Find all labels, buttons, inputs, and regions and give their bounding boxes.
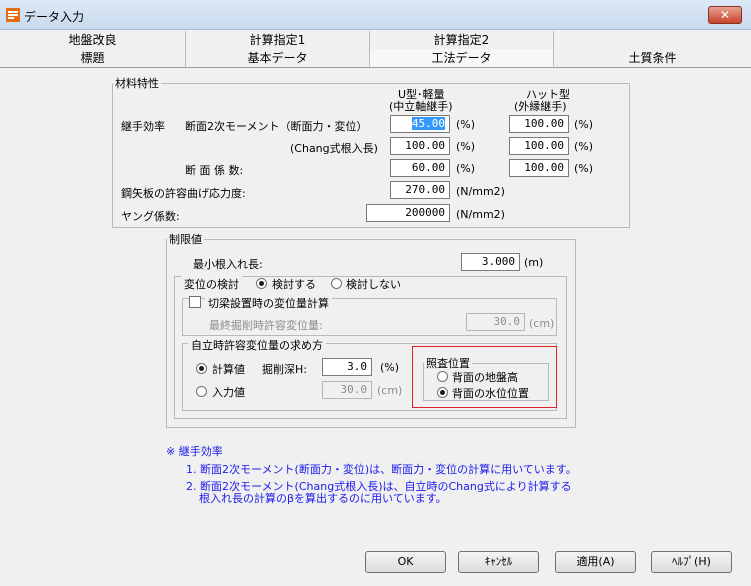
disp-check-no-label[interactable]: 検討しない	[346, 276, 401, 292]
help-button[interactable]: ﾍﾙﾌﾟ(H)	[651, 551, 732, 573]
tab-label: 計算指定1	[249, 33, 306, 47]
excav-depth-label: 掘削深H:	[262, 363, 307, 376]
water-level-radio[interactable]	[437, 387, 448, 398]
strut-calc-label[interactable]: 切梁設置時の変位量計算	[205, 295, 332, 311]
field-value: 100.00	[524, 161, 564, 174]
cancel-button[interactable]: ｷｬﾝｾﾙ	[458, 551, 539, 573]
tab-label: 土質条件	[628, 51, 677, 65]
ground-level-radio[interactable]	[437, 371, 448, 382]
final-excav-label: 最終掘削時許容変位量:	[209, 319, 323, 332]
young-modulus-input[interactable]: 200000	[366, 204, 450, 222]
moment-label: 断面2次モーメント（断面力・変位）	[185, 120, 368, 133]
col-u-sub-header: (中立軸継手)	[389, 100, 453, 113]
title-bar: データ入力 ✕	[0, 0, 751, 30]
pct-unit: (%)	[574, 140, 594, 153]
field-value: 3.0	[347, 360, 367, 373]
col-hat-sub-header: (外縁継手)	[514, 100, 567, 113]
button-label: ﾍﾙﾌﾟ(H)	[672, 555, 711, 568]
self-standing-legend: 自立時許容変位量の求め方	[188, 337, 326, 353]
input-value-radio[interactable]	[196, 386, 207, 397]
chang-label: (Chang式根入長)	[290, 142, 378, 155]
chang-hat-input[interactable]: 100.00	[509, 137, 569, 155]
tab-title[interactable]: 標題	[0, 49, 186, 68]
min-embed-input[interactable]: 3.000	[461, 253, 520, 271]
cm-unit: (cm)	[529, 317, 555, 330]
tab-method-data[interactable]: 工法データ	[370, 49, 554, 68]
button-label: 適用(A)	[576, 555, 615, 568]
stress-unit: (N/mm2)	[456, 208, 505, 221]
notes-heading: ※ 継手効率	[166, 445, 223, 458]
tab-basic-data[interactable]: 基本データ	[186, 49, 370, 68]
tab-empty	[554, 31, 751, 50]
ground-level-label[interactable]: 背面の地盤高	[452, 369, 518, 385]
allow-stress-input[interactable]: 270.00	[390, 181, 450, 199]
final-excav-input[interactable]: 30.0	[466, 313, 525, 331]
notes-line-3: 根入れ長の計算のβを算出するのに用いています。	[199, 492, 447, 505]
notes-line-1: 1. 断面2次モーメント(断面力・変位)は、断面力・変位の計算に用いています。	[186, 463, 577, 476]
field-value: 100.00	[524, 117, 564, 130]
field-value: 45.00	[411, 117, 445, 130]
calc-value-radio[interactable]	[196, 363, 207, 374]
young-modulus-label: ヤング係数:	[121, 210, 180, 223]
chang-u-input[interactable]: 100.00	[390, 137, 450, 155]
limit-legend: 制限値	[169, 233, 202, 246]
min-embed-label: 最小根入れ長:	[193, 258, 263, 271]
field-value: 60.00	[411, 161, 445, 174]
strut-calc-checkbox[interactable]	[189, 296, 201, 308]
allow-stress-label: 鋼矢板の許容曲げ応力度:	[121, 187, 246, 200]
field-value: 3.000	[481, 255, 515, 268]
stress-unit: (N/mm2)	[456, 185, 505, 198]
moment-hat-input[interactable]: 100.00	[509, 115, 569, 133]
tab-ground-improvement[interactable]: 地盤改良	[0, 31, 186, 50]
apply-button[interactable]: 適用(A)	[555, 551, 636, 573]
close-button[interactable]: ✕	[708, 6, 742, 24]
field-value: 200000	[405, 206, 445, 219]
pct-unit: (%)	[574, 162, 594, 175]
excav-depth-input[interactable]: 3.0	[322, 358, 372, 376]
field-value: 100.00	[405, 139, 445, 152]
pct-unit: (%)	[456, 118, 476, 131]
field-value: 30.0	[493, 315, 521, 328]
tab-label: 工法データ	[431, 51, 492, 65]
calc-value-label[interactable]: 計算値	[212, 361, 245, 377]
tab-label: 地盤改良	[68, 33, 117, 47]
field-value: 100.00	[524, 139, 564, 152]
tab-label: 基本データ	[247, 51, 308, 65]
pct-unit: (%)	[456, 162, 476, 175]
pct-unit: (%)	[456, 140, 476, 153]
pct-unit: (%)	[574, 118, 594, 131]
window-title: データ入力	[24, 10, 85, 24]
tab-soil-conditions[interactable]: 土質条件	[554, 49, 751, 68]
section-u-input[interactable]: 60.00	[390, 159, 450, 177]
cm-unit: (cm)	[377, 384, 403, 397]
tab-calc-spec-2[interactable]: 計算指定2	[370, 31, 554, 50]
disp-check-label: 変位の検討	[181, 276, 242, 292]
moment-u-input[interactable]: 45.00	[390, 115, 450, 133]
pct-unit: (%)	[380, 361, 400, 374]
input-value-label[interactable]: 入力値	[212, 384, 245, 400]
disp-check-yes-label[interactable]: 検討する	[272, 276, 316, 292]
button-label: OK	[397, 555, 414, 568]
meter-unit: (m)	[524, 256, 544, 269]
tab-label: 標題	[80, 51, 105, 65]
input-value-field[interactable]: 30.0	[322, 381, 372, 399]
button-label: ｷｬﾝｾﾙ	[484, 555, 513, 568]
ok-button[interactable]: OK	[365, 551, 446, 573]
material-legend: 材料特性	[115, 77, 159, 90]
disp-check-yes-radio[interactable]	[256, 278, 267, 289]
section-hat-input[interactable]: 100.00	[509, 159, 569, 177]
tab-calc-spec-1[interactable]: 計算指定1	[186, 31, 370, 50]
water-level-label[interactable]: 背面の水位位置	[452, 385, 529, 401]
tab-label: 計算指定2	[433, 33, 490, 47]
section-modulus-label: 断 面 係 数:	[185, 164, 244, 177]
app-icon	[6, 8, 20, 22]
close-icon: ✕	[719, 8, 731, 22]
field-value: 30.0	[340, 383, 368, 396]
field-value: 270.00	[405, 183, 445, 196]
disp-check-no-radio[interactable]	[331, 278, 342, 289]
joint-efficiency-label: 継手効率	[121, 120, 165, 133]
